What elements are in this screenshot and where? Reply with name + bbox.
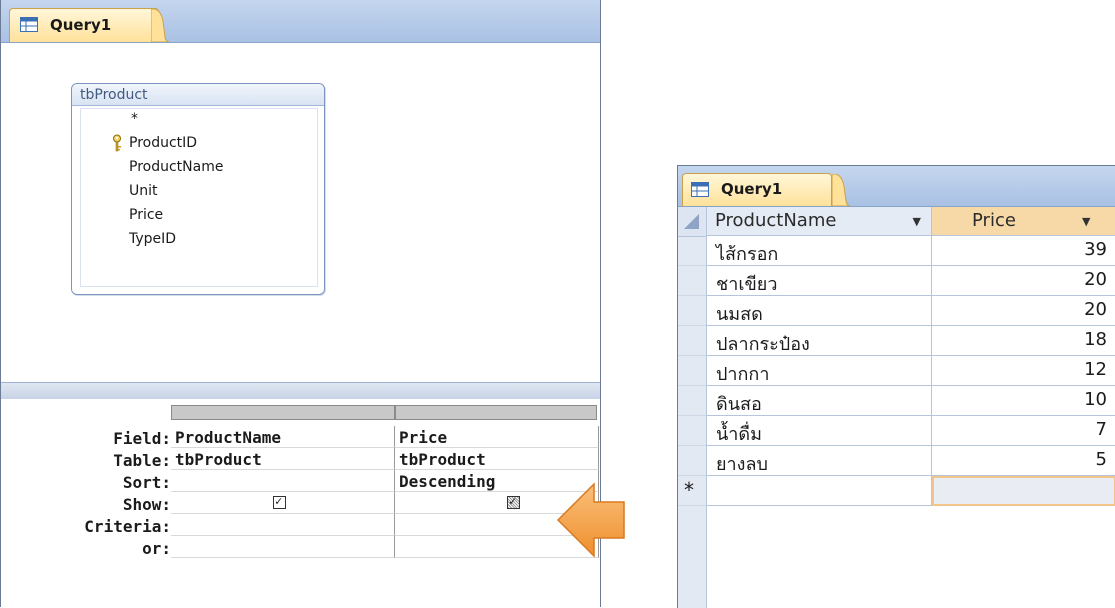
field-typeid[interactable]: TypeID [129, 231, 176, 247]
cell-productname[interactable]: ยางลบ [707, 446, 932, 476]
grid-field-2[interactable]: Price [395, 426, 599, 448]
query-icon [20, 17, 38, 32]
header-productname[interactable]: ProductName ▼ [707, 207, 932, 236]
cell-price[interactable]: 39 [932, 236, 1115, 266]
cell-price[interactable]: 7 [932, 416, 1115, 446]
key-icon [113, 134, 121, 152]
cell-price[interactable]: 20 [932, 296, 1115, 326]
field-productname[interactable]: ProductName [129, 159, 223, 175]
field-list: * ProductID ProductName Unit Price TypeI… [80, 108, 318, 287]
cell-productname[interactable]: ดินสอ [707, 386, 932, 416]
new-cell-price[interactable] [932, 476, 1115, 506]
query-icon [691, 182, 709, 197]
pane-splitter[interactable] [1, 382, 600, 400]
column-selector-2[interactable] [395, 405, 597, 420]
new-record-selector[interactable]: * [678, 476, 706, 506]
record-selector[interactable] [678, 236, 706, 266]
grid-sort-1[interactable] [171, 470, 395, 492]
show-checkbox-2[interactable]: ✓ [507, 494, 520, 509]
show-checkbox-1[interactable]: ✓ [273, 494, 286, 509]
new-record-icon: * [684, 478, 694, 502]
design-grid-pane: Field: Table: Sort: Show: Criteria: or: … [1, 399, 600, 607]
grid-table-1[interactable]: tbProduct [171, 448, 395, 470]
table-box-title: tbProduct [72, 84, 324, 106]
new-cell-productname[interactable] [707, 476, 932, 506]
record-selector[interactable] [678, 296, 706, 326]
grid-criteria-1[interactable] [171, 514, 395, 536]
query-datasheet-window: Query1 ProductName ▼ Price ▼ ไส้กรอก 39 … [677, 165, 1115, 608]
cell-price[interactable]: 12 [932, 356, 1115, 386]
tab-tail [832, 174, 850, 206]
chevron-down-icon[interactable]: ▼ [1082, 215, 1090, 228]
cell-price[interactable]: 5 [932, 446, 1115, 476]
query-design-window: Query1 tbProduct * ProductID ProductName… [0, 0, 601, 607]
cell-price[interactable]: 20 [932, 266, 1115, 296]
field-all[interactable]: * [131, 111, 138, 127]
field-price[interactable]: Price [129, 207, 163, 223]
record-selector[interactable] [678, 416, 706, 446]
cell-productname[interactable]: น้ำดื่ม [707, 416, 932, 446]
cell-productname[interactable]: นมสด [707, 296, 932, 326]
cell-productname[interactable]: ปลากระป๋อง [707, 326, 932, 356]
grid-table-2[interactable]: tbProduct [395, 448, 599, 470]
record-selector[interactable] [678, 386, 706, 416]
label-field: Field: [113, 429, 171, 448]
record-selector[interactable] [678, 446, 706, 476]
orange-arrow-icon [556, 482, 625, 558]
cell-price[interactable]: 18 [932, 326, 1115, 356]
tab-tail [151, 9, 169, 42]
cell-productname[interactable]: ไส้กรอก [707, 236, 932, 266]
cell-productname[interactable]: ชาเขียว [707, 266, 932, 296]
record-selector[interactable] [678, 326, 706, 356]
label-or: or: [142, 539, 171, 558]
grid-field-1[interactable]: ProductName [171, 426, 395, 448]
cell-productname[interactable]: ปากกา [707, 356, 932, 386]
label-table: Table: [113, 451, 171, 470]
field-unit[interactable]: Unit [129, 183, 158, 199]
header-price[interactable]: Price ▼ [932, 207, 1115, 236]
column-selector-1[interactable] [171, 405, 395, 420]
tab-title: Query1 [50, 16, 112, 34]
label-show: Show: [122, 495, 171, 514]
record-selector[interactable] [678, 266, 706, 296]
tab-title: Query1 [721, 180, 783, 198]
document-tab-strip: Query1 [1, 0, 600, 43]
grid-or-1[interactable] [171, 536, 395, 558]
chevron-down-icon[interactable]: ▼ [913, 215, 921, 228]
table-field-list[interactable]: tbProduct * ProductID ProductName Unit P… [71, 83, 325, 295]
datasheet: ProductName ▼ Price ▼ ไส้กรอก 39 ชาเขียว… [678, 207, 1115, 608]
label-sort: Sort: [122, 473, 171, 492]
tab-query1[interactable]: Query1 [9, 8, 159, 42]
cell-price[interactable]: 10 [932, 386, 1115, 416]
grid-row-labels: Field: Table: Sort: Show: Criteria: or: [1, 399, 171, 607]
label-criteria: Criteria: [84, 517, 171, 536]
field-productid[interactable]: ProductID [129, 135, 197, 151]
tab-query1-result[interactable]: Query1 [682, 173, 832, 206]
datasheet-tab-strip: Query1 [678, 166, 1115, 207]
table-pane: tbProduct * ProductID ProductName Unit P… [1, 43, 600, 407]
record-selector[interactable] [678, 356, 706, 386]
grid-show-cell-1: ✓ [171, 492, 395, 514]
header-price-label: Price [972, 210, 1016, 231]
header-productname-label: ProductName [715, 210, 837, 231]
select-all-corner[interactable] [678, 207, 706, 237]
